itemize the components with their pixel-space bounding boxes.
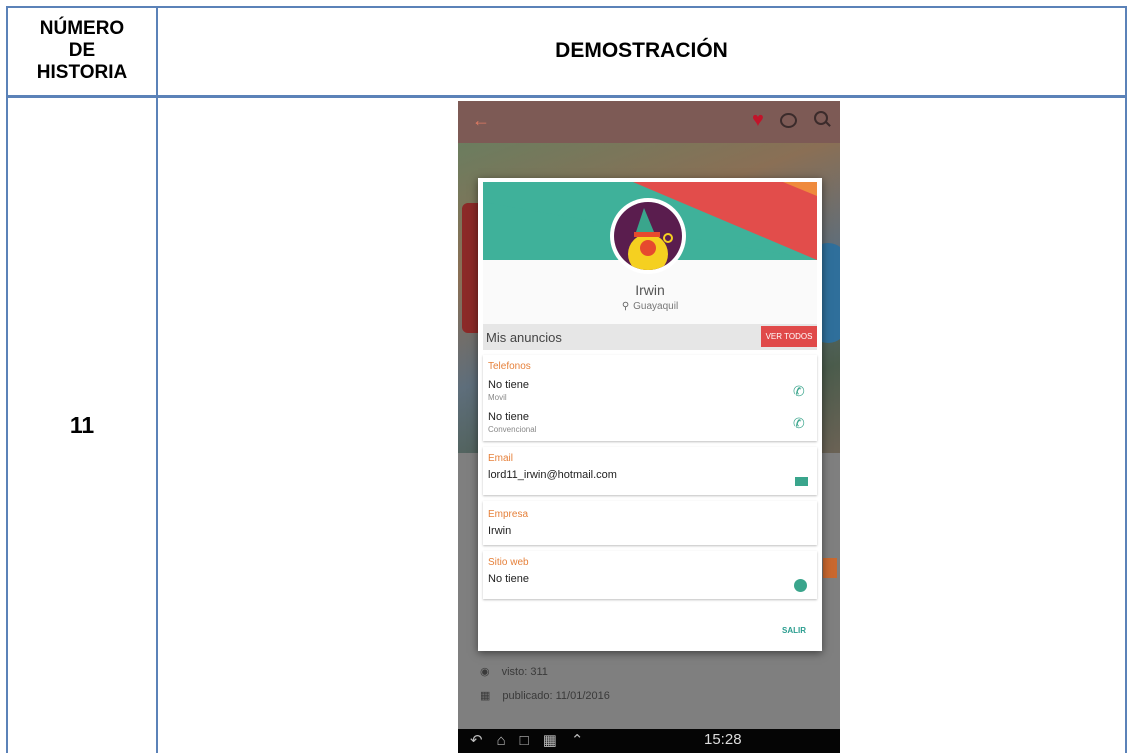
header-line-3: HISTORIA xyxy=(36,62,128,83)
header-story-number: NÚMERO DE HISTORIA xyxy=(8,8,156,94)
globe-icon[interactable] xyxy=(794,579,807,592)
phone-landline-type: Convencional xyxy=(488,425,537,434)
heart-icon[interactable]: ♥ xyxy=(752,109,764,132)
company-value: Irwin xyxy=(488,525,512,537)
published-text: publicado: 11/01/2016 xyxy=(502,690,610,702)
eye-icon: ◉ xyxy=(480,666,490,678)
profile-name: Irwin xyxy=(635,282,665,298)
back-nav-icon[interactable]: ↶ xyxy=(470,732,497,749)
contact-button-edge xyxy=(823,558,837,578)
home-nav-icon[interactable]: ⌂ xyxy=(497,732,520,749)
chat-icon[interactable] xyxy=(780,113,797,128)
nav-buttons: ↶⌂□▦⌃ xyxy=(470,731,597,749)
my-ads-bar: Mis anuncios VER TODOS xyxy=(483,324,817,350)
company-title: Empresa xyxy=(488,509,529,520)
email-value[interactable]: lord11_irwin@hotmail.com xyxy=(488,469,617,481)
chevron-up-icon[interactable]: ⌃ xyxy=(571,732,598,749)
company-card: Empresa Irwin xyxy=(483,501,817,545)
phone-screenshot: ← ♥ ◉ visto: 311 ▦ publicado: 11/01/2016 ↶… xyxy=(458,101,840,753)
phones-title: Telefonos xyxy=(488,361,531,372)
location-text: Guayaquil xyxy=(633,301,679,312)
table-border-header xyxy=(6,95,1127,98)
phones-card: Telefonos No tiene Movil ✆ No tiene Conv… xyxy=(483,355,817,441)
website-title: Sitio web xyxy=(488,557,529,568)
calendar-icon: ▦ xyxy=(480,690,491,702)
visits-count: ◉ visto: 311 xyxy=(480,665,548,678)
avatar xyxy=(610,198,686,274)
table-border-middle xyxy=(156,6,158,753)
profile-location: ⚲ Guayaquil xyxy=(483,301,817,312)
published-date: ▦ publicado: 11/01/2016 xyxy=(480,689,610,702)
recents-nav-icon[interactable]: □ xyxy=(520,732,543,749)
back-arrow-icon[interactable]: ← xyxy=(472,110,490,131)
seller-profile-dialog: Irwin ⚲Guayaquil Mis anuncios VER TODOS xyxy=(478,178,822,651)
avatar-image xyxy=(614,202,682,270)
phone-icon[interactable]: ✆ xyxy=(793,415,805,432)
website-card: Sitio web No tiene xyxy=(483,551,817,599)
mail-icon[interactable] xyxy=(795,477,808,486)
search-icon[interactable] xyxy=(814,111,828,125)
screenshot-icon[interactable]: ▦ xyxy=(543,732,571,749)
phone-landline-value: No tiene xyxy=(488,411,529,423)
exit-button[interactable]: SALIR xyxy=(782,626,806,635)
phone-mobile-value: No tiene xyxy=(488,379,529,391)
phone-mobile-type: Movil xyxy=(488,393,507,402)
my-ads-label: Mis anuncios xyxy=(486,330,562,345)
visits-text: visto: 311 xyxy=(501,666,548,678)
status-time: 15:28 xyxy=(704,731,742,748)
app-toolbar: ← ♥ xyxy=(458,101,840,143)
story-table: NÚMERO DE HISTORIA DEMOSTRACIÓN 11 ← ♥ ◉… xyxy=(0,0,1133,753)
location-pin-icon: ⚲ xyxy=(621,301,630,312)
avatar-drawing xyxy=(628,208,673,270)
android-nav-bar: ↶⌂□▦⌃ 15:28 xyxy=(458,729,840,753)
see-all-button[interactable]: VER TODOS xyxy=(761,326,817,347)
table-border-right xyxy=(1125,6,1127,753)
header-demonstration: DEMOSTRACIÓN xyxy=(555,39,728,62)
story-number: 11 xyxy=(69,412,95,438)
header-line-1: NÚMERO xyxy=(39,18,125,39)
website-value: No tiene xyxy=(488,573,529,585)
email-card: Email lord11_irwin@hotmail.com xyxy=(483,447,817,495)
email-title: Email xyxy=(488,453,514,464)
phone-icon[interactable]: ✆ xyxy=(793,383,805,400)
header-line-2: DE xyxy=(68,40,96,61)
